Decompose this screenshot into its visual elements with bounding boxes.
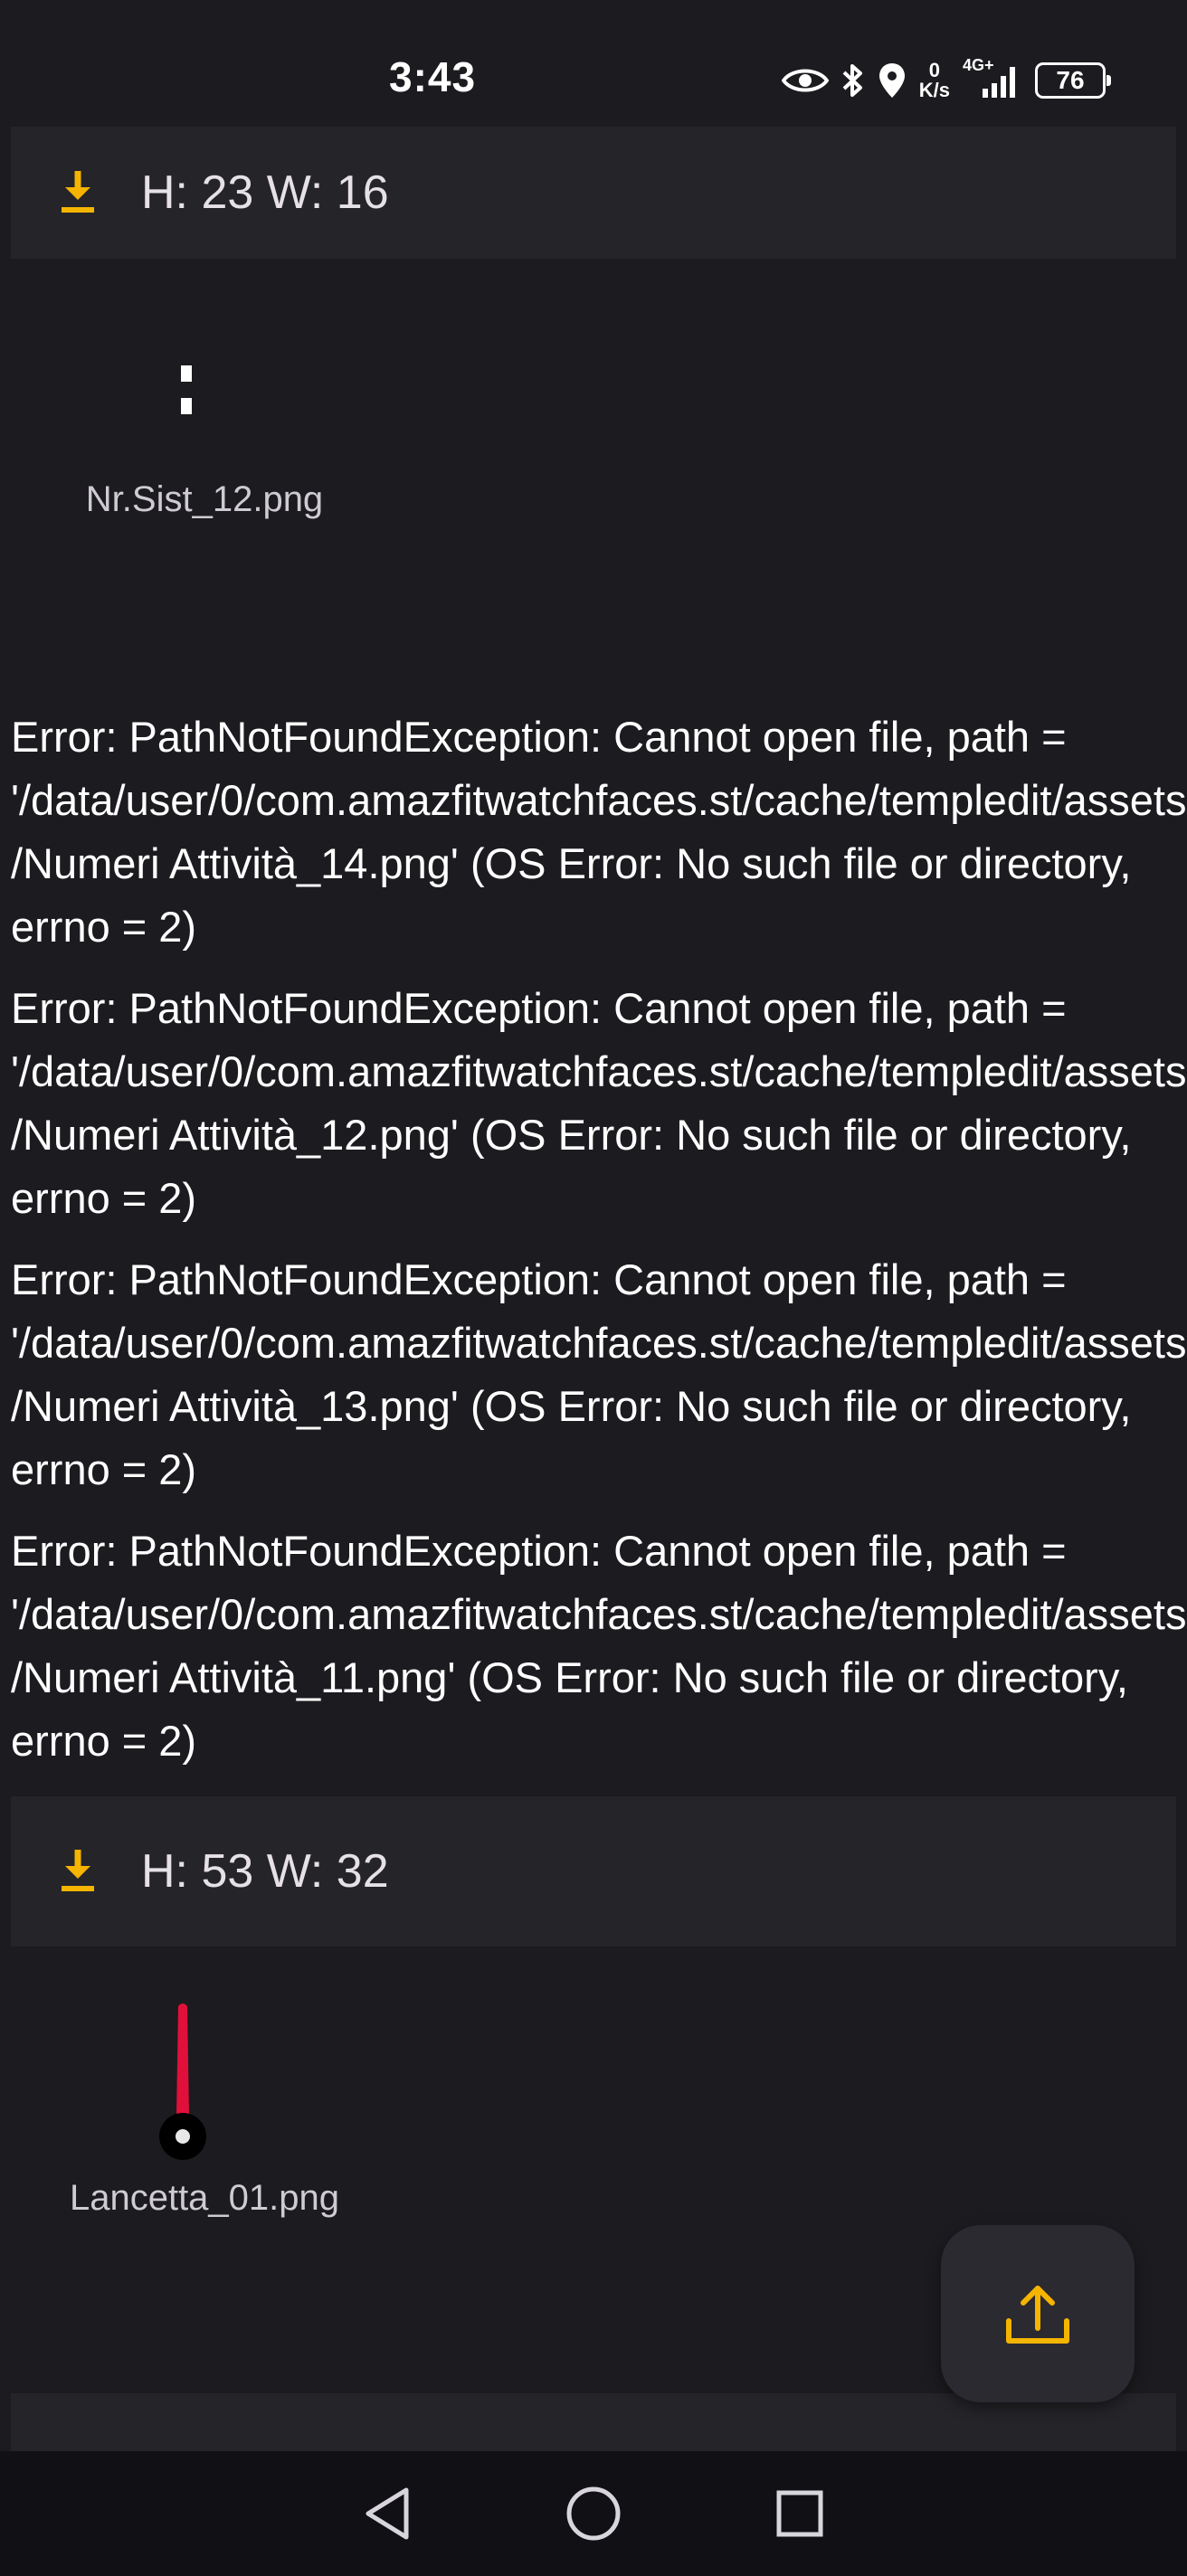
asset-item[interactable]: Lancetta_01.png [42, 1999, 367, 2219]
asset-dimensions: H: 23 W: 16 [141, 166, 389, 219]
upload-button[interactable] [941, 2225, 1135, 2402]
net-speed-unit: K/s [918, 79, 950, 101]
battery-level: 76 [1056, 66, 1085, 94]
upload-icon [1006, 2286, 1069, 2344]
navigation-bar [0, 2451, 1187, 2576]
asset-file-name: Nr.Sist_12.png [85, 479, 324, 519]
eye-icon [781, 69, 829, 92]
asset-header[interactable]: H: 53 W: 32 [11, 1796, 1176, 1946]
bluetooth-icon [842, 64, 862, 97]
error-list: Error: PathNotFoundException: Cannot ope… [11, 706, 1187, 1791]
recents-square-icon[interactable] [775, 2489, 824, 2538]
clock-hand-icon [159, 2003, 206, 2160]
home-circle-icon[interactable] [565, 2486, 622, 2542]
status-bar: 3:43 0 K/s 4G+ 76 [0, 0, 1187, 127]
download-icon[interactable] [58, 169, 98, 216]
asset-thumbnail [181, 365, 192, 414]
asset-item[interactable]: Nr.Sist_12.png [42, 362, 367, 520]
asset-file-name: Lancetta_01.png [69, 2178, 340, 2218]
download-icon[interactable] [58, 1848, 98, 1895]
asset-dimensions: H: 53 W: 32 [141, 1845, 389, 1898]
net-speed: 0 K/s [919, 61, 950, 100]
battery-icon: 76 [1035, 62, 1111, 99]
error-message: Error: PathNotFoundException: Cannot ope… [11, 984, 1187, 1222]
net-speed-value: 0 [928, 59, 940, 81]
location-icon [878, 63, 905, 98]
status-time: 3:43 [389, 53, 477, 100]
asset-list[interactable]: H: 23 W: 16 Nr.Sist_12.png Error: PathNo… [0, 127, 1187, 2451]
status-icons: 0 K/s 4G+ 76 [781, 56, 1111, 103]
error-message: Error: PathNotFoundException: Cannot ope… [11, 713, 1187, 951]
network-type: 4G+ [963, 56, 994, 74]
asset-header[interactable]: H: 23 W: 16 [11, 127, 1176, 259]
error-message: Error: PathNotFoundException: Cannot ope… [11, 1255, 1187, 1493]
signal-group: 4G+ [963, 56, 1022, 99]
back-triangle-icon[interactable] [363, 2486, 412, 2541]
error-message: Error: PathNotFoundException: Cannot ope… [11, 1527, 1187, 1765]
